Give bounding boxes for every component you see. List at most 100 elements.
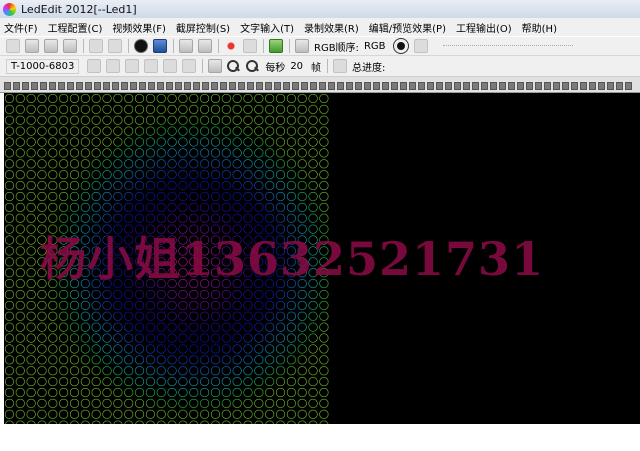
timeline-frame-marker[interactable] [526,82,533,90]
timeline-frame-marker[interactable] [310,82,317,90]
menu-help[interactable]: 帮助(H) [522,20,557,35]
timeline-frame-marker[interactable] [211,82,218,90]
export-icon[interactable] [269,39,283,53]
new-file-icon[interactable] [6,39,20,53]
pause-icon[interactable] [125,59,140,73]
rgb-order-value[interactable]: RGB [364,41,386,52]
timeline-frame-marker[interactable] [175,82,182,90]
timeline-frame-marker[interactable] [13,82,20,90]
timeline-frame-marker[interactable] [130,82,137,90]
timeline-frame-marker[interactable] [256,82,263,90]
timeline-frame-marker[interactable] [121,82,128,90]
timeline-frame-marker[interactable] [535,82,542,90]
menu-file[interactable]: 文件(F) [4,20,38,35]
image-icon[interactable] [153,39,167,53]
timeline-frame-marker[interactable] [292,82,299,90]
speed-slider[interactable] [442,45,573,47]
timeline-frame-marker[interactable] [4,82,11,90]
timeline-frame-marker[interactable] [328,82,335,90]
timeline-frame-marker[interactable] [598,82,605,90]
timeline-frame-marker[interactable] [607,82,614,90]
timeline-frame-marker[interactable] [58,82,65,90]
timeline-frame-marker[interactable] [616,82,623,90]
timeline-frame-marker[interactable] [202,82,209,90]
timeline-frame-marker[interactable] [571,82,578,90]
stop-icon[interactable] [106,59,121,73]
timeline-frame-marker[interactable] [283,82,290,90]
timeline-frame-marker[interactable] [553,82,560,90]
timeline-frame-marker[interactable] [436,82,443,90]
frame-timeline[interactable] [0,77,640,93]
edit-icon[interactable] [295,39,309,53]
timeline-frame-marker[interactable] [517,82,524,90]
timeline-frame-marker[interactable] [427,82,434,90]
capture-icon[interactable] [179,39,193,53]
timeline-frame-marker[interactable] [274,82,281,90]
menu-edit-preview[interactable]: 编辑/预览效果(P) [369,20,446,35]
timeline-frame-marker[interactable] [67,82,74,90]
record-icon[interactable] [224,39,238,53]
settings-icon[interactable] [44,39,58,53]
screen-icon[interactable] [198,39,212,53]
timeline-frame-marker[interactable] [166,82,173,90]
timeline-frame-marker[interactable] [301,82,308,90]
timeline-frame-marker[interactable] [562,82,569,90]
menu-project-config[interactable]: 工程配置(C) [48,20,103,35]
timeline-frame-marker[interactable] [229,82,236,90]
zoom-in-icon[interactable] [227,59,240,73]
paste-icon[interactable] [108,39,122,53]
timeline-frame-marker[interactable] [31,82,38,90]
timeline-frame-marker[interactable] [103,82,110,90]
timeline-frame-marker[interactable] [589,82,596,90]
timeline-frame-marker[interactable] [85,82,92,90]
timeline-frame-marker[interactable] [148,82,155,90]
timeline-frame-marker[interactable] [49,82,56,90]
timeline-frame-marker[interactable] [544,82,551,90]
fps-value[interactable]: 20 [290,61,303,72]
save-icon[interactable] [63,39,77,53]
timeline-frame-marker[interactable] [625,82,632,90]
timeline-frame-marker[interactable] [418,82,425,90]
project-id-field[interactable]: T-1000-6803 [6,58,80,74]
timeline-frame-marker[interactable] [508,82,515,90]
menu-screen-capture[interactable]: 截屏控制(S) [176,20,230,35]
timeline-frame-marker[interactable] [580,82,587,90]
timeline-frame-marker[interactable] [391,82,398,90]
timeline-frame-marker[interactable] [157,82,164,90]
timeline-frame-marker[interactable] [454,82,461,90]
previous-frame-icon[interactable] [163,59,178,73]
menu-text-input[interactable]: 文字输入(T) [240,20,294,35]
timeline-frame-marker[interactable] [400,82,407,90]
timeline-frame-marker[interactable] [319,82,326,90]
timeline-frame-marker[interactable] [22,82,29,90]
timeline-frame-marker[interactable] [364,82,371,90]
book-icon[interactable] [413,39,428,53]
timeline-frame-marker[interactable] [481,82,488,90]
timeline-frame-marker[interactable] [499,82,506,90]
grid-icon[interactable] [87,59,102,73]
frame-icon[interactable] [243,39,257,53]
timeline-frame-marker[interactable] [265,82,272,90]
timeline-frame-marker[interactable] [76,82,83,90]
timeline-frame-marker[interactable] [373,82,380,90]
timeline-frame-marker[interactable] [337,82,344,90]
timeline-frame-marker[interactable] [472,82,479,90]
copy-icon[interactable] [89,39,103,53]
timeline-frame-marker[interactable] [445,82,452,90]
timeline-frame-marker[interactable] [346,82,353,90]
timeline-frame-marker[interactable] [238,82,245,90]
menu-video-effects[interactable]: 视频效果(F) [112,20,166,35]
timeline-frame-marker[interactable] [220,82,227,90]
timeline-frame-marker[interactable] [40,82,47,90]
next-frame-icon[interactable] [182,59,197,73]
timeline-frame-marker[interactable] [382,82,389,90]
timeline-frame-marker[interactable] [139,82,146,90]
brush-icon[interactable] [134,39,148,53]
zoom-out-icon[interactable] [246,59,259,73]
timeline-frame-marker[interactable] [463,82,470,90]
timeline-frame-marker[interactable] [112,82,119,90]
play-icon[interactable] [144,59,159,73]
timeline-frame-marker[interactable] [409,82,416,90]
timeline-frame-marker[interactable] [193,82,200,90]
loop-icon[interactable] [333,59,348,73]
